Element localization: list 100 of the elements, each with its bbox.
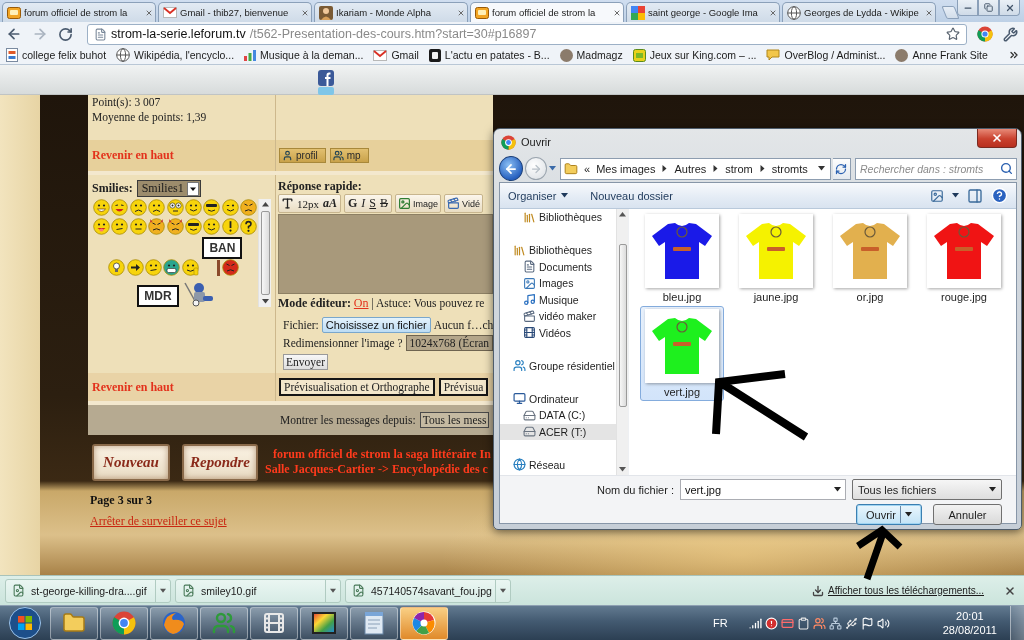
wrench-icon[interactable] (1003, 26, 1018, 42)
file-item[interactable]: bleu.jpg (640, 211, 724, 306)
caret-icon[interactable] (500, 587, 506, 594)
profile-button[interactable]: profil (279, 148, 326, 163)
close-icon[interactable] (1004, 584, 1016, 597)
bookmark[interactable]: Anne Frank Site (895, 48, 988, 62)
show-since-select[interactable]: Tous les mess (419, 412, 490, 428)
breadcrumb-item[interactable]: Autres (674, 162, 707, 175)
file-item[interactable]: vert.jpg (640, 306, 724, 401)
text-size-icon[interactable] (281, 197, 294, 210)
preview-button[interactable]: Prévisualisation et Orthographe (279, 378, 435, 396)
caret-icon[interactable] (834, 486, 841, 493)
nav-item[interactable]: ACER (T:) (500, 423, 616, 440)
smiley-icon[interactable] (222, 259, 240, 276)
download-item[interactable]: st-george-killing-dra....gif (5, 578, 171, 603)
file-item[interactable]: or.jpg (828, 211, 912, 306)
star-icon[interactable] (946, 27, 960, 41)
restore-button[interactable] (978, 0, 999, 16)
social-icon[interactable] (318, 70, 334, 86)
back-button[interactable] (499, 156, 523, 181)
close-icon[interactable] (457, 8, 465, 17)
taskbar-button[interactable] (250, 606, 298, 640)
bookmark[interactable]: OverBlog / Administ... (766, 49, 886, 61)
show-desktop-button[interactable] (1010, 606, 1024, 640)
smiley-icon[interactable] (203, 199, 221, 216)
bookmark[interactable]: L'actu en patates - B... (428, 48, 550, 62)
help-icon[interactable] (991, 187, 1008, 204)
smiley-icon[interactable] (184, 199, 202, 216)
nav-item[interactable]: Bibliothèques (500, 242, 616, 259)
clock-time[interactable]: 20:01 (956, 609, 984, 623)
tile-icon[interactable] (318, 87, 334, 95)
close-button[interactable] (977, 129, 1017, 148)
resize-select[interactable]: 1024x768 (Écran (405, 334, 494, 351)
dialog-button[interactable]: Annuler (933, 504, 1002, 525)
refresh-button[interactable] (832, 157, 851, 180)
send-button[interactable]: Envoyer (283, 354, 328, 370)
scroll-down-icon[interactable] (261, 298, 269, 305)
file-item[interactable]: rouge.jpg (922, 211, 1006, 306)
close-icon[interactable] (769, 8, 777, 17)
caret-icon[interactable] (952, 192, 959, 199)
thumbs-up-smiley-icon[interactable] (181, 259, 199, 276)
case-button[interactable]: aA (322, 196, 338, 211)
bookmark[interactable]: college felix buhot (6, 48, 107, 62)
nav-item[interactable]: Images (500, 275, 616, 292)
chevron-icon[interactable] (758, 165, 766, 172)
breadcrumb-item[interactable]: Mes images (596, 162, 656, 175)
close-icon[interactable] (145, 8, 153, 17)
picture-icon[interactable] (930, 188, 944, 203)
chevron-icon[interactable] (661, 165, 669, 172)
file-type-select[interactable]: Tous les fichiers (852, 479, 1002, 500)
breadcrumb-link[interactable]: Salle Jacques-Cartier -> Encyclopédie des c (265, 462, 491, 477)
italic-button[interactable]: I (360, 196, 367, 211)
taskbar-button[interactable] (400, 606, 448, 640)
browser-tab[interactable]: saint george - Google Ima (626, 2, 780, 22)
sign-board[interactable]: BAN (202, 237, 243, 259)
strikethrough-button[interactable]: B (379, 196, 390, 211)
browser-tab[interactable]: forum officiel de strom la (470, 2, 624, 22)
browser-tab[interactable]: Ikariam - Monde Alpha (314, 2, 468, 22)
round-logo-icon[interactable] (977, 26, 993, 42)
nav-item[interactable]: Musique (500, 291, 616, 308)
sign-board[interactable]: MDR (137, 285, 179, 307)
close-icon[interactable] (301, 8, 309, 17)
nav-item[interactable]: Documents (500, 258, 616, 275)
close-button[interactable] (999, 0, 1020, 16)
bookmark[interactable]: Wikipédia, l'encyclo... (116, 48, 235, 62)
taskbar-button[interactable] (300, 606, 348, 640)
bold-button[interactable]: G (347, 196, 359, 211)
nav-item[interactable]: Groupe résidentiel (500, 357, 616, 374)
new-folder-button[interactable]: Nouveau dossier (590, 189, 673, 202)
bookmark[interactable]: Musique à la deman... (244, 49, 364, 61)
underline-button[interactable]: S (368, 196, 378, 211)
smilies-select[interactable]: Smilies1 (136, 180, 201, 197)
media-button[interactable]: Image (398, 197, 439, 210)
message-field[interactable] (278, 214, 493, 294)
preview-button[interactable]: Prévisua (438, 378, 489, 396)
taskbar-button[interactable] (350, 606, 398, 640)
chevron-icon[interactable] (712, 165, 720, 172)
smiley-icon[interactable] (184, 218, 202, 235)
forum-button[interactable]: Repondre (182, 444, 258, 481)
close-icon[interactable] (613, 8, 621, 17)
bookmark[interactable]: Jeux sur King.com – ... (632, 48, 757, 62)
exclamation-icon[interactable] (221, 218, 239, 235)
bookmark[interactable]: Madmagz (559, 48, 623, 62)
profile-button[interactable]: mp (329, 148, 369, 163)
figure-icon[interactable] (182, 281, 213, 307)
path-overflow-button[interactable]: « (584, 162, 591, 175)
grinning-face-icon[interactable] (163, 259, 181, 276)
caret-icon[interactable] (160, 587, 166, 594)
clock-date[interactable]: 28/08/2011 (942, 623, 997, 637)
scrollbar-thumb[interactable] (260, 211, 270, 295)
nav-item[interactable]: Vidéos (500, 324, 616, 341)
scroll-up-icon[interactable] (261, 201, 269, 208)
font-size-button[interactable]: 12px (296, 197, 320, 210)
nav-item[interactable]: DATA (C:) (500, 407, 616, 424)
nav-item[interactable]: vidéo maker (500, 308, 616, 325)
back-icon[interactable] (6, 26, 22, 42)
smiley-icon[interactable] (203, 218, 221, 235)
scroll-up-icon[interactable] (619, 211, 626, 218)
browser-tab[interactable]: Gmail - thib27, bienvenue (158, 2, 312, 22)
scrollbar-thumb[interactable] (618, 243, 627, 407)
